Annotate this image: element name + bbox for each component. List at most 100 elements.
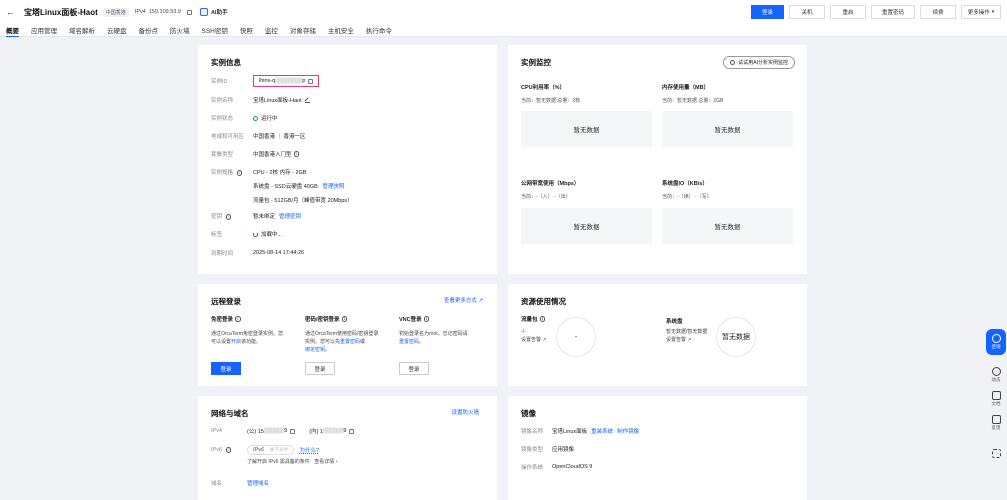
- manage-snapshot-link[interactable]: 管理快照: [322, 184, 344, 190]
- tab-cloud-disk[interactable]: 云硬盘: [107, 24, 127, 37]
- remote-login-title: 远程登录: [211, 297, 241, 306]
- traffic-alarm-link[interactable]: 设置告警 ↗: [521, 336, 547, 344]
- resource-usage-title: 资源使用情况: [521, 297, 566, 306]
- plan-label: 套餐类型: [211, 152, 234, 158]
- ipv6-tag-label: IPv6: [253, 447, 265, 453]
- reset-password-link[interactable]: 重置密码: [340, 339, 360, 345]
- reset-password-button[interactable]: 重置密码: [870, 5, 915, 19]
- network-ipv6-label: IPv6 i: [211, 447, 247, 453]
- tab-host-security[interactable]: 主机安全: [328, 24, 354, 37]
- password-free-login-desc: 通过OrcaTerm免密登录实例。您 可以设置开启该功能。: [211, 330, 301, 346]
- news-label: 动态: [991, 377, 1001, 382]
- tab-object-storage[interactable]: 对象存储: [290, 24, 316, 37]
- edit-icon[interactable]: [304, 98, 310, 103]
- info-icon[interactable]: i: [341, 316, 348, 322]
- make-image-link[interactable]: 制作镜像: [617, 427, 639, 435]
- set-firewall-link[interactable]: 设置防火墙: [451, 408, 479, 416]
- news-button[interactable]: 动态: [985, 367, 1007, 383]
- copy-icon[interactable]: [186, 9, 192, 15]
- info-icon[interactable]: i: [236, 170, 243, 176]
- renew-button[interactable]: 续费: [920, 5, 956, 19]
- memory-chart-empty: 暂无数据: [662, 111, 793, 147]
- cpu-chart-empty: 暂无数据: [521, 111, 652, 147]
- disk-alarm-link[interactable]: 设置告警 ↗: [666, 336, 692, 344]
- copy-icon[interactable]: [349, 428, 355, 434]
- ipv6-unsupported-label: 暂不支持: [269, 447, 288, 452]
- ai-assistant-label: AI助手: [210, 10, 228, 16]
- traffic-package-value: -/-: [521, 329, 526, 335]
- vnc-reset-password-link[interactable]: 重置密码: [399, 339, 419, 345]
- password-login-button[interactable]: 登录: [305, 362, 335, 375]
- tab-backup[interactable]: 备份点: [139, 24, 159, 37]
- grid-menu-button[interactable]: [985, 449, 1007, 459]
- external-link-icon: ↗: [478, 298, 483, 304]
- tab-run-command[interactable]: 执行命令: [366, 24, 392, 37]
- password-login-desc-end: 。: [325, 347, 331, 353]
- instance-monitoring-title: 实例监控: [521, 58, 551, 67]
- manage-key-link[interactable]: 管理密钥: [279, 212, 301, 220]
- more-actions-button[interactable]: 更多操作 ▾: [961, 5, 1001, 19]
- ai-assistant-button[interactable]: AI助手: [199, 8, 228, 16]
- copy-icon[interactable]: [308, 78, 314, 84]
- ipv6-toggle: IPv6 暂不支持: [247, 445, 294, 455]
- restart-button[interactable]: 重启: [829, 5, 866, 19]
- vnc-login-button[interactable]: 登录: [399, 362, 429, 375]
- instance-name-text: 宝塔Linux面板-Haot: [253, 98, 302, 104]
- bind-key-link[interactable]: 绑定密钥: [305, 347, 325, 353]
- instance-status-value: 运行中: [253, 114, 278, 122]
- tab-ssh-key[interactable]: SSH密钥: [202, 24, 228, 37]
- docs-label: 文档: [991, 401, 1001, 406]
- ai-analyze-monitoring-button[interactable]: 试试用AI分析实例监控: [723, 56, 795, 69]
- vnc-login-desc-line1: 初始登录名为root，忘记密码请: [399, 331, 468, 337]
- info-icon[interactable]: i: [225, 214, 232, 220]
- copy-icon[interactable]: [290, 428, 296, 434]
- shutdown-button[interactable]: 关机: [788, 5, 825, 19]
- grid-icon: [991, 449, 1001, 458]
- tab-firewall[interactable]: 防火墙: [170, 24, 190, 37]
- remote-login-card: 远程登录 查看更多方式 ↗ 免密登录 i 通过OrcaTerm免密登录实例。您 …: [198, 284, 497, 386]
- ipv6-more-link[interactable]: 查看详情 ›: [314, 459, 337, 465]
- info-icon[interactable]: i: [423, 316, 430, 322]
- tag-value-text: 加载中...: [261, 232, 283, 238]
- os-value: OpenCloudOS 9: [552, 464, 593, 470]
- top-bar: ← 宝塔Linux面板-Haot 中国香港 IPv4 150.109.53.9 …: [0, 0, 1007, 24]
- plan-text: 中国香港入门型: [253, 152, 292, 158]
- tab-app-management[interactable]: 应用管理: [31, 24, 57, 37]
- image-name-value: 宝塔Linux面板 重装系统 制作镜像: [552, 427, 639, 435]
- plan-value: 中国香港入门型 !: [253, 150, 300, 158]
- image-name-row: 镜像名称 宝塔Linux面板 重装系统 制作镜像: [521, 427, 639, 435]
- login-button[interactable]: 登录: [750, 5, 784, 19]
- ipv6-why-link[interactable]: 为什么?: [300, 446, 320, 454]
- external-link-icon: ↗: [542, 337, 547, 343]
- feedback-button[interactable]: 反馈: [985, 415, 1007, 431]
- headset-icon: [991, 334, 1001, 343]
- disk-io-metric-sub: 当前：-（读） -（写）: [662, 194, 712, 200]
- arrow-left-icon[interactable]: ←: [6, 7, 16, 17]
- tag-label: 标签: [211, 232, 223, 238]
- ipv6-more-label: 查看详情: [314, 459, 335, 465]
- password-free-login-button[interactable]: 登录: [211, 362, 241, 375]
- info-icon[interactable]: i: [235, 316, 241, 322]
- info-icon[interactable]: i: [539, 316, 546, 322]
- region-row: 地域和可用区 中国香港 ｜ 香港一区: [211, 132, 306, 140]
- vnc-login-desc: 初始登录名为root，忘记密码请 重置密码。: [399, 330, 489, 346]
- more-login-methods-link[interactable]: 查看更多方式 ↗: [444, 296, 483, 304]
- tab-dns[interactable]: 域名解析: [69, 24, 95, 37]
- docs-button[interactable]: 文档: [985, 391, 1007, 407]
- instance-info-card: 实例信息 实例ID lhins-q ▒▒▒▒▒▒▒▒ p 实例名称 宝塔Linu…: [198, 45, 497, 274]
- image-name-label: 镜像名称: [521, 429, 544, 435]
- info-icon[interactable]: !: [293, 151, 300, 157]
- tab-monitoring[interactable]: 监控: [265, 24, 278, 37]
- tab-overview[interactable]: 概要: [6, 24, 19, 37]
- network-domain-title: 网络与域名: [211, 409, 249, 418]
- tab-snapshot[interactable]: 快照: [240, 24, 253, 37]
- ipv6-note: 了解开启 IPv6 需具备的条件 查看详情 ›: [247, 458, 337, 466]
- image-type-label: 镜像类型: [521, 447, 544, 453]
- enable-link[interactable]: 开启: [231, 339, 241, 345]
- reinstall-system-link[interactable]: 重装系统: [591, 427, 613, 435]
- system-disk-value: 暂无数据/暂无数据: [666, 329, 708, 335]
- manage-domain-link[interactable]: 管理域名: [247, 479, 269, 487]
- info-icon[interactable]: i: [225, 447, 232, 453]
- chevron-right-icon: ›: [335, 459, 338, 465]
- consult-button[interactable]: 咨询: [986, 329, 1006, 355]
